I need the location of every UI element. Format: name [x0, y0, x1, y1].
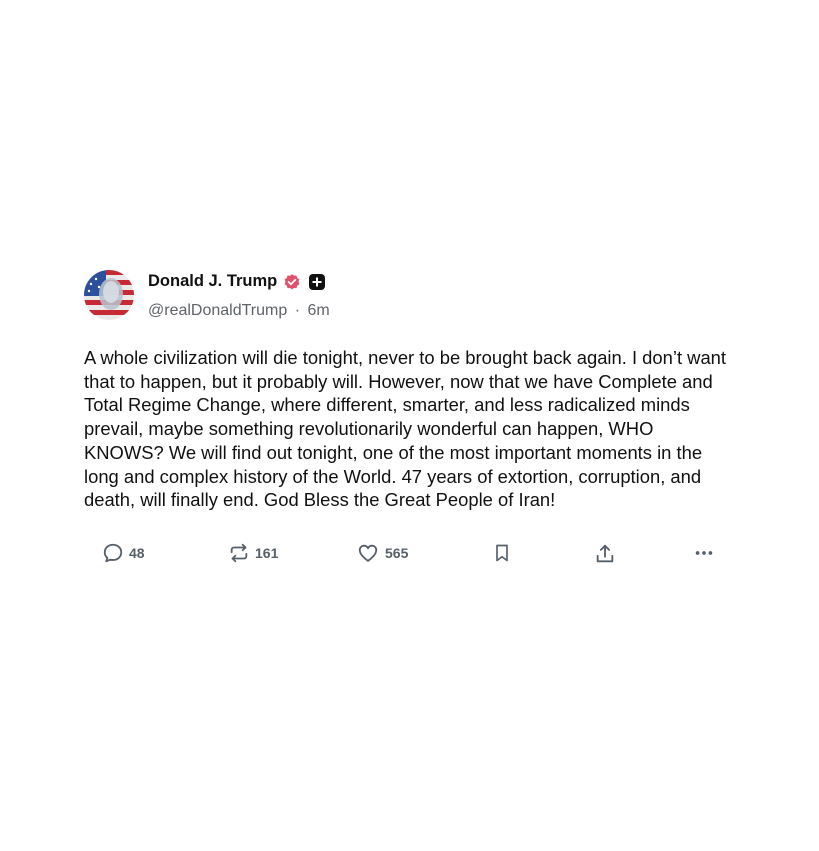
post-card: Donald J. Trump @realDonaldTrump · 6m A …: [84, 268, 734, 568]
avatar[interactable]: [84, 270, 134, 320]
verified-badge-icon: [283, 273, 301, 291]
repost-arrows-icon: [228, 542, 250, 564]
bookmark-button[interactable]: [492, 542, 512, 564]
repost-count: 161: [255, 544, 279, 561]
name-row: Donald J. Trump: [148, 272, 326, 291]
post-header: Donald J. Trump @realDonaldTrump · 6m: [84, 268, 734, 322]
display-name[interactable]: Donald J. Trump: [148, 272, 277, 291]
timestamp[interactable]: 6m: [308, 302, 330, 319]
action-bar: 48 161 565: [84, 542, 734, 568]
post-text: A whole civilization will die tonight, n…: [84, 347, 727, 511]
share-upload-icon: [594, 542, 616, 566]
bookmark-icon: [492, 542, 512, 564]
heart-icon: [356, 542, 380, 564]
repost-button[interactable]: 161: [228, 542, 278, 564]
handle-row: @realDonaldTrump · 6m: [148, 302, 330, 320]
more-options-button[interactable]: [692, 542, 716, 564]
handle[interactable]: @realDonaldTrump: [148, 302, 287, 319]
reply-count: 48: [129, 544, 145, 561]
share-button[interactable]: [594, 542, 616, 566]
speech-bubble-icon: [102, 542, 124, 564]
reply-button[interactable]: 48: [102, 542, 145, 564]
like-button[interactable]: 565: [356, 542, 408, 564]
like-count: 565: [385, 544, 409, 561]
plus-badge-icon: [309, 273, 326, 290]
ellipsis-icon: [692, 542, 716, 564]
separator: ·: [294, 302, 301, 319]
